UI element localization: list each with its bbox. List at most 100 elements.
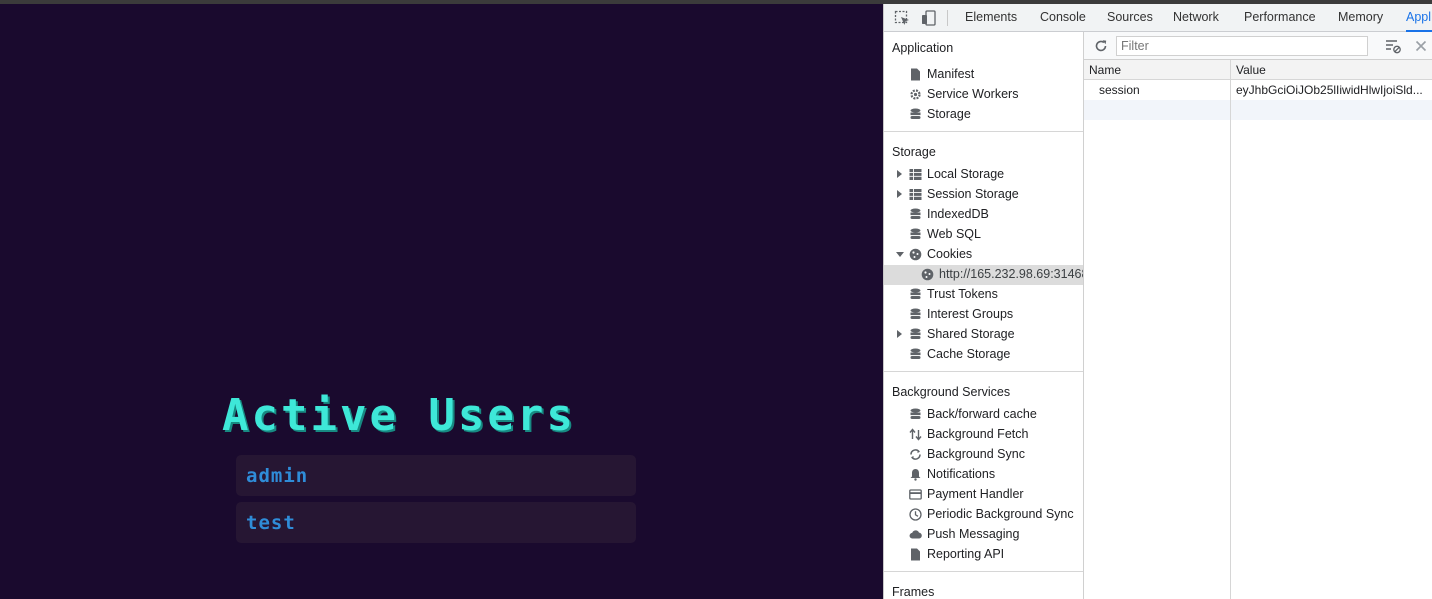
column-header-name[interactable]: Name xyxy=(1089,63,1121,77)
tab-network[interactable]: Network xyxy=(1173,4,1219,32)
tab-performance[interactable]: Performance xyxy=(1244,4,1316,32)
web-page: Active Users admin test xyxy=(0,4,883,599)
table-row-empty xyxy=(1084,100,1432,120)
sidebar-item-indexeddb[interactable]: IndexedDB xyxy=(884,205,1083,225)
column-header-value[interactable]: Value xyxy=(1236,63,1266,77)
updown-arrows-icon xyxy=(909,428,922,441)
database-icon xyxy=(910,348,921,359)
sidebar-item-label: Background Sync xyxy=(927,447,1025,461)
refresh-icon[interactable] xyxy=(1093,38,1109,54)
filter-input[interactable] xyxy=(1116,36,1368,56)
cloud-icon xyxy=(909,530,922,539)
tab-memory[interactable]: Memory xyxy=(1338,4,1383,32)
sidebar-item-service-workers[interactable]: Service Workers xyxy=(884,85,1083,105)
card-icon xyxy=(909,489,922,500)
sidebar-item-label: Push Messaging xyxy=(927,527,1020,541)
inspect-element-icon[interactable] xyxy=(894,10,910,26)
section-title-frames: Frames xyxy=(892,585,935,599)
toolbar-separator xyxy=(947,10,948,26)
sidebar-item-shared-storage[interactable]: Shared Storage xyxy=(884,325,1083,345)
devtools-panel: Elements Console Sources Network Perform… xyxy=(883,4,1432,599)
column-divider xyxy=(1230,60,1231,599)
sidebar-item-cookies[interactable]: Cookies xyxy=(884,245,1083,265)
sidebar-item-background-fetch[interactable]: Background Fetch xyxy=(884,425,1083,445)
sidebar-item-label: Trust Tokens xyxy=(927,287,998,301)
sidebar-item-payment-handler[interactable]: Payment Handler xyxy=(884,485,1083,505)
chevron-right-icon[interactable] xyxy=(897,190,902,198)
clock-icon xyxy=(909,508,922,521)
grid-icon xyxy=(909,169,922,180)
user-list: admin test xyxy=(236,455,636,549)
database-icon xyxy=(910,228,921,239)
sync-icon xyxy=(910,449,921,460)
tab-console[interactable]: Console xyxy=(1040,4,1086,32)
devtools-tab-bar: Elements Console Sources Network Perform… xyxy=(884,4,1432,32)
tab-application[interactable]: Appl xyxy=(1406,4,1432,32)
sidebar-item-back-forward-cache[interactable]: Back/forward cache xyxy=(884,405,1083,425)
database-icon xyxy=(910,108,921,119)
sidebar-item-push-messaging[interactable]: Push Messaging xyxy=(884,525,1083,545)
sidebar-item-notifications[interactable]: Notifications xyxy=(884,465,1083,485)
sidebar-item-cookie-origin[interactable]: http://165.232.98.69:31468 xyxy=(884,265,1083,285)
sidebar-item-trust-tokens[interactable]: Trust Tokens xyxy=(884,285,1083,305)
sidebar-item-label: Shared Storage xyxy=(927,327,1015,341)
section-title-application: Application xyxy=(892,41,954,55)
sidebar-item-label: Payment Handler xyxy=(927,487,1024,501)
database-icon xyxy=(910,288,921,299)
sidebar-item-reporting-api[interactable]: Reporting API xyxy=(884,545,1083,565)
application-sidebar: Application Manifest Service Workers Sto… xyxy=(884,32,1084,599)
sidebar-item-interest-groups[interactable]: Interest Groups xyxy=(884,305,1083,325)
sidebar-item-label: Service Workers xyxy=(927,87,1019,101)
sidebar-item-label: Cookies xyxy=(927,247,973,261)
list-item[interactable]: admin xyxy=(236,455,636,496)
sidebar-item-session-storage[interactable]: Session Storage xyxy=(884,185,1083,205)
cookie-name-cell: session xyxy=(1099,83,1140,97)
sidebar-item-periodic-background-sync[interactable]: Periodic Background Sync xyxy=(884,505,1083,525)
section-divider xyxy=(884,371,1083,372)
tab-sources[interactable]: Sources xyxy=(1107,4,1153,32)
database-icon xyxy=(910,328,921,339)
sidebar-item-label: Reporting API xyxy=(927,547,1005,561)
section-title-storage: Storage xyxy=(892,145,936,159)
cookies-table: Name Value session eyJhbGciOiJOb25lIiwid… xyxy=(1084,60,1432,599)
chevron-down-icon[interactable] xyxy=(896,252,904,257)
list-item[interactable]: test xyxy=(236,502,636,543)
sidebar-item-label: Manifest xyxy=(927,67,975,81)
chevron-right-icon[interactable] xyxy=(897,330,902,338)
close-icon[interactable] xyxy=(1413,38,1429,54)
tab-elements[interactable]: Elements xyxy=(965,4,1017,32)
chevron-right-icon[interactable] xyxy=(897,170,902,178)
cookie-value-cell: eyJhbGciOiJOb25lIiwidHlwIjoiSld... xyxy=(1236,83,1423,97)
sidebar-item-web-sql[interactable]: Web SQL xyxy=(884,225,1083,245)
sidebar-item-storage-overview[interactable]: Storage xyxy=(884,105,1083,125)
section-divider xyxy=(884,131,1083,132)
sidebar-item-label: Back/forward cache xyxy=(927,407,1037,421)
sidebar-item-label: Web SQL xyxy=(927,227,981,241)
sidebar-item-label: IndexedDB xyxy=(927,207,989,221)
sidebar-item-cache-storage[interactable]: Cache Storage xyxy=(884,345,1083,365)
cookie-icon xyxy=(921,268,934,281)
table-row[interactable]: session eyJhbGciOiJOb25lIiwidHlwIjoiSld.… xyxy=(1084,80,1432,100)
page-title: Active Users xyxy=(222,390,576,441)
sidebar-item-label: Local Storage xyxy=(927,167,1005,181)
database-icon xyxy=(910,208,921,219)
grid-icon xyxy=(909,189,922,200)
section-divider xyxy=(884,571,1083,572)
sidebar-item-label: Interest Groups xyxy=(927,307,1014,321)
clear-filtered-cookies-icon[interactable] xyxy=(1385,38,1401,54)
sidebar-item-local-storage[interactable]: Local Storage xyxy=(884,165,1083,185)
cookies-panel: Name Value session eyJhbGciOiJOb25lIiwid… xyxy=(1084,32,1432,599)
section-title-background-services: Background Services xyxy=(892,385,1011,399)
sidebar-item-label: Cache Storage xyxy=(927,347,1011,361)
document-icon xyxy=(911,68,920,81)
sidebar-item-label: Notifications xyxy=(927,467,996,481)
sidebar-item-label: Background Fetch xyxy=(927,427,1029,441)
sidebar-item-manifest[interactable]: Manifest xyxy=(884,65,1083,85)
sidebar-item-label: Storage xyxy=(927,107,971,121)
cookie-icon xyxy=(909,248,922,261)
table-header: Name Value xyxy=(1084,60,1432,80)
sidebar-item-label: Session Storage xyxy=(927,187,1019,201)
device-toolbar-icon[interactable] xyxy=(921,10,937,26)
bell-icon xyxy=(910,469,921,481)
sidebar-item-background-sync[interactable]: Background Sync xyxy=(884,445,1083,465)
